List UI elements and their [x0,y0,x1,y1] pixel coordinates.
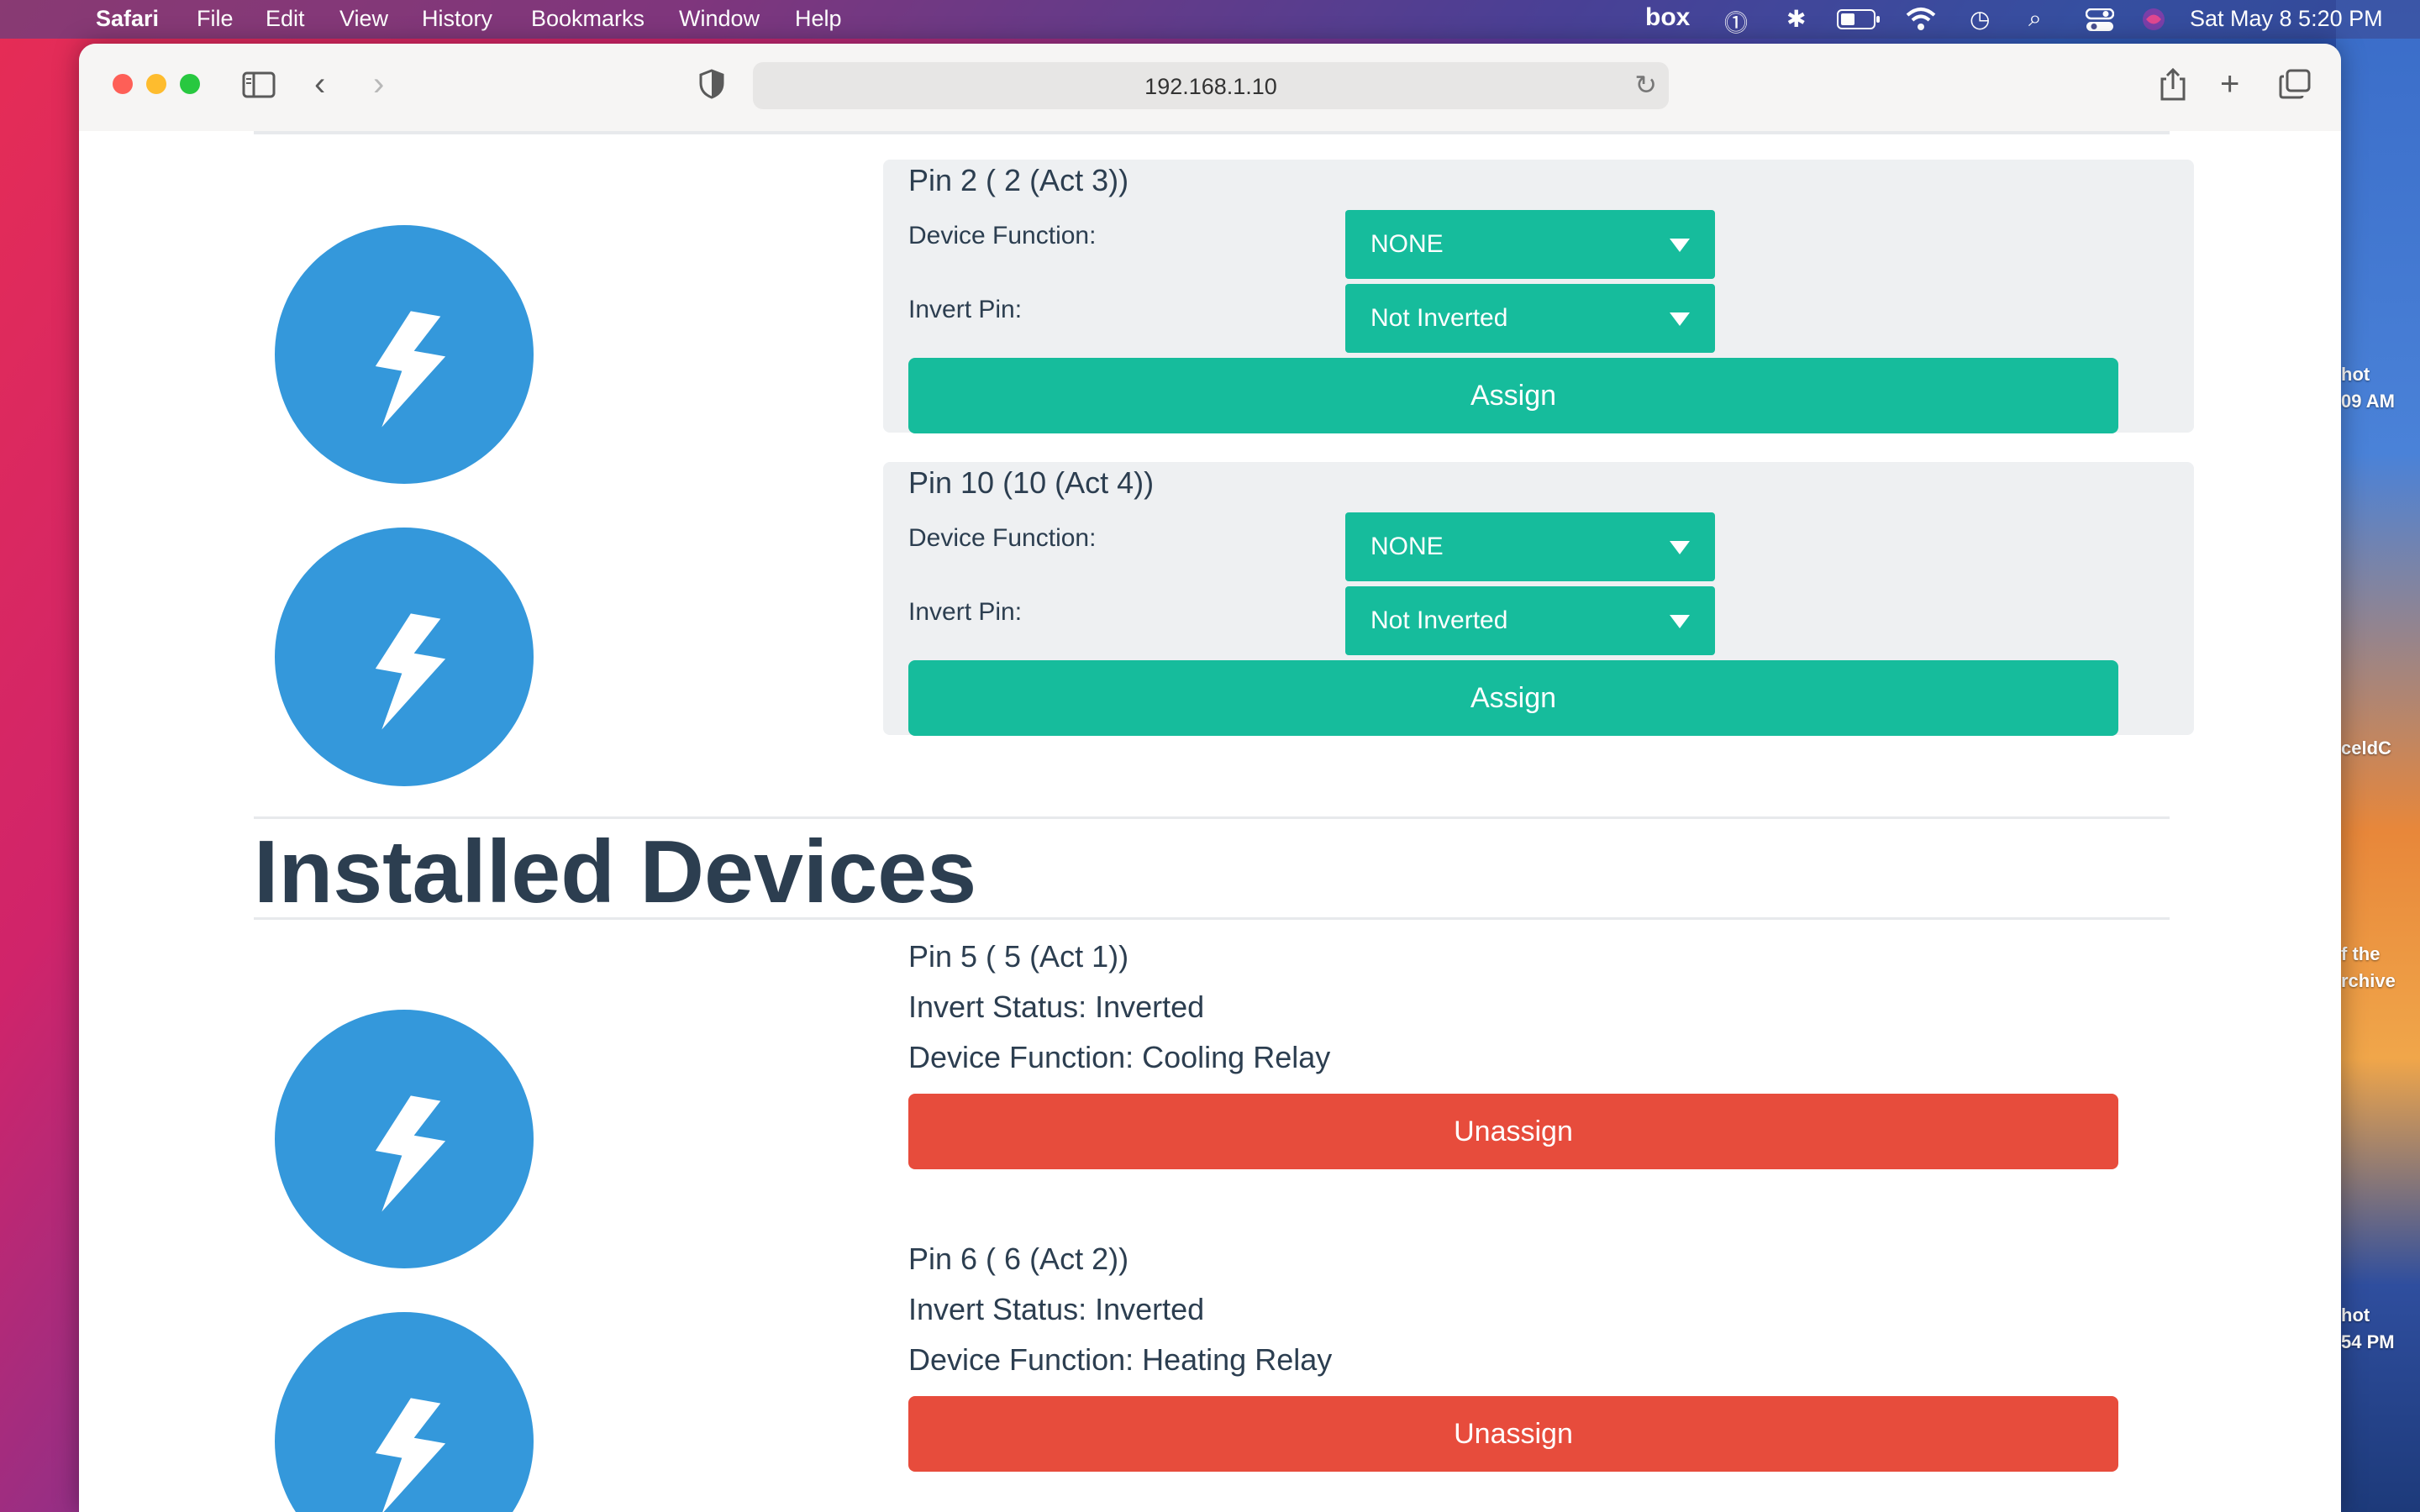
device-function-label: Device Function: [908,524,1097,552]
device-function-value: NONE [1370,533,1444,560]
forward-chevron-icon[interactable]: › [373,66,384,102]
installed-device: Pin 6 ( 6 (Act 2)) Invert Status: Invert… [883,1242,2194,1512]
time-machine-icon[interactable]: ◷ [1970,5,1990,33]
close-window-button[interactable] [113,74,133,94]
pin-title: Pin 10 (10 (Act 4)) [908,465,1155,500]
menu-window[interactable]: Window [679,6,760,32]
password-manager-icon[interactable]: ⓵ [1724,5,1748,39]
dropdown-caret-icon [1670,239,1690,252]
browser-window: ‹ › 192.168.1.10 ↻ + Pin 2 ( 2 (Act 3)) … [79,44,2341,1512]
siri-icon[interactable] [2141,7,2166,38]
bluetooth-icon[interactable]: ✱ [1786,5,1806,33]
desktop-file-label-1[interactable]: hot 09 AM [2341,361,2395,415]
minimize-window-button[interactable] [146,74,166,94]
invert-status: Invert Status: Inverted [908,990,1205,1024]
installed-device: Pin 5 ( 5 (Act 1)) Invert Status: Invert… [883,939,2194,1216]
device-title: Pin 5 ( 5 (Act 1)) [908,939,1129,974]
reload-icon[interactable]: ↻ [1634,69,1657,101]
top-divider [254,131,2170,134]
menu-bar: Safari File Edit View History Bookmarks … [0,0,2420,39]
url-text[interactable]: 192.168.1.10 [753,74,1669,100]
address-bar[interactable]: 192.168.1.10 ↻ [753,62,1669,109]
device-function: Device Function: Heating Relay [908,1342,1333,1377]
section-divider-top [254,816,2170,819]
invert-pin-label: Invert Pin: [908,598,1023,626]
invert-pin-value: Not Inverted [1370,304,1508,332]
installed-devices-heading: Installed Devices [254,822,977,921]
menu-history[interactable]: History [422,6,492,32]
dropdown-caret-icon [1670,615,1690,628]
menu-bookmarks[interactable]: Bookmarks [531,6,644,32]
invert-pin-label: Invert Pin: [908,296,1023,323]
menu-edit[interactable]: Edit [266,6,305,32]
control-center-icon[interactable] [2085,8,2115,38]
privacy-shield-icon[interactable] [699,69,724,107]
invert-pin-select[interactable]: Not Inverted [1345,284,1715,353]
invert-pin-select[interactable]: Not Inverted [1345,586,1715,655]
lightning-bolt-icon [275,1312,534,1512]
lightning-bolt-icon [275,1010,534,1268]
share-icon[interactable] [2160,67,2186,108]
pin-card: Pin 10 (10 (Act 4)) Device Function: NON… [883,462,2194,736]
box-status-icon[interactable]: box [1645,3,1690,32]
menu-help[interactable]: Help [795,6,842,32]
device-function: Device Function: Cooling Relay [908,1040,1331,1074]
sidebar-toggle-icon[interactable] [242,69,276,106]
desktop-file-label-3[interactable]: f the rchive [2341,941,2396,995]
device-function-label: Device Function: [908,222,1097,249]
dropdown-caret-icon [1670,312,1690,326]
battery-icon[interactable] [1837,8,1881,36]
pin-title: Pin 2 ( 2 (Act 3)) [908,163,1129,197]
wifi-icon[interactable] [1906,7,1936,38]
invert-status: Invert Status: Inverted [908,1292,1205,1326]
menu-file[interactable]: File [197,6,234,32]
device-title: Pin 6 ( 6 (Act 2)) [908,1242,1129,1276]
tab-overview-icon[interactable] [2279,69,2311,107]
spotlight-search-icon[interactable]: ⌕ [2028,5,2042,33]
lightning-bolt-icon [275,225,534,484]
menu-clock[interactable]: Sat May 8 5:20 PM [2190,6,2383,32]
new-tab-plus-icon[interactable]: + [2220,66,2239,102]
desktop-file-label-4[interactable]: hot 54 PM [2341,1302,2395,1356]
pin-card: Pin 2 ( 2 (Act 3)) Device Function: NONE… [883,160,2194,433]
page-content: Pin 2 ( 2 (Act 3)) Device Function: NONE… [79,131,2341,1512]
dropdown-caret-icon [1670,541,1690,554]
invert-pin-value: Not Inverted [1370,606,1508,634]
device-function-value: NONE [1370,230,1444,258]
browser-toolbar: ‹ › 192.168.1.10 ↻ + [79,44,2341,132]
assign-button[interactable]: Assign [908,660,2118,736]
desktop-file-label-2[interactable]: celdC [2341,735,2391,762]
unassign-button[interactable]: Unassign [908,1094,2118,1169]
menu-view[interactable]: View [339,6,388,32]
menu-app-name[interactable]: Safari [96,6,159,32]
device-function-select[interactable]: NONE [1345,210,1715,279]
unassign-button[interactable]: Unassign [908,1396,2118,1472]
section-divider-bottom [254,917,2170,920]
back-chevron-icon[interactable]: ‹ [314,66,325,102]
device-function-select[interactable]: NONE [1345,512,1715,581]
assign-button[interactable]: Assign [908,358,2118,433]
lightning-bolt-icon [275,528,534,786]
zoom-window-button[interactable] [180,74,200,94]
